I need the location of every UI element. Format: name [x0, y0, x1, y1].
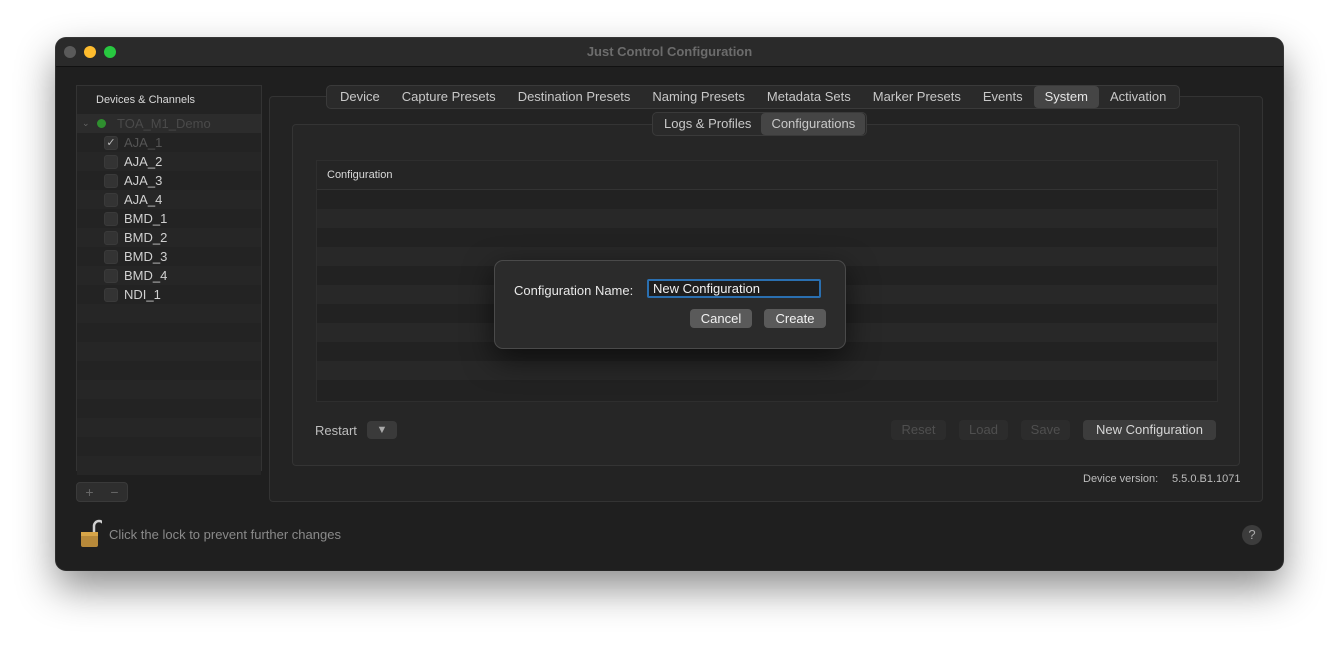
channel-checkbox[interactable]	[104, 269, 118, 283]
device-version-label: Device version:	[1083, 473, 1159, 485]
help-button[interactable]: ?	[1242, 525, 1262, 545]
sidebar-empty-row	[77, 323, 261, 342]
sidebar-channel-row[interactable]: BMD_3	[77, 247, 261, 266]
tab-naming-presets[interactable]: Naming Presets	[641, 86, 755, 108]
tab-marker-presets[interactable]: Marker Presets	[862, 86, 972, 108]
sidebar-channel-row[interactable]: ✓ AJA_1	[77, 133, 261, 152]
unlocked-lock-icon[interactable]	[80, 519, 106, 549]
channel-label: BMD_4	[124, 268, 168, 283]
channel-checkbox[interactable]	[104, 231, 118, 245]
add-device-button[interactable]: +	[77, 483, 102, 501]
sidebar-empty-row	[77, 456, 261, 475]
channel-label: AJA_2	[124, 154, 163, 169]
remove-device-button[interactable]: −	[102, 483, 127, 501]
configuration-name-label: Configuration Name:	[514, 283, 634, 298]
channel-checkbox[interactable]	[104, 212, 118, 226]
sidebar-header: Devices & Channels	[96, 94, 196, 106]
new-configuration-dialog: Configuration Name: Cancel Create	[494, 260, 846, 349]
sidebar-channel-row[interactable]: BMD_4	[77, 266, 261, 285]
channel-label: BMD_2	[124, 230, 168, 245]
device-version-value: 5.5.0.B1.1071	[1172, 473, 1241, 485]
tab-destination-presets[interactable]: Destination Presets	[507, 86, 642, 108]
tab-events[interactable]: Events	[972, 86, 1034, 108]
create-button[interactable]: Create	[764, 309, 826, 328]
channel-label: AJA_1	[124, 135, 163, 150]
restart-dropdown-button[interactable]: ▼	[367, 421, 397, 439]
subtab-configurations[interactable]: Configurations	[761, 113, 866, 135]
cancel-button[interactable]: Cancel	[690, 309, 752, 328]
sidebar-channel-row[interactable]: AJA_4	[77, 190, 261, 209]
sidebar-list: ⌄ TOA_M1_Demo ✓ AJA_1 AJA_2 AJA_3 AJA_4 BMD_1…	[77, 114, 261, 475]
table-row	[317, 209, 1217, 228]
channel-label: BMD_1	[124, 211, 168, 226]
channel-checkbox[interactable]	[104, 250, 118, 264]
status-dot-icon	[97, 119, 106, 128]
channel-checkbox[interactable]	[104, 155, 118, 169]
title-bar: Just Control Configuration	[56, 38, 1283, 67]
subtab-bar: Logs & Profiles Configurations	[652, 112, 868, 136]
channel-label: NDI_1	[124, 287, 161, 302]
sidebar-empty-row	[77, 399, 261, 418]
restart-label: Restart	[315, 423, 357, 438]
sidebar-empty-row	[77, 418, 261, 437]
load-button[interactable]: Load	[959, 420, 1008, 440]
reset-button[interactable]: Reset	[891, 420, 946, 440]
tab-device[interactable]: Device	[329, 86, 391, 108]
table-row	[317, 361, 1217, 380]
tab-capture-presets[interactable]: Capture Presets	[391, 86, 507, 108]
devices-sidebar: Devices & Channels ⌄ TOA_M1_Demo ✓ AJA_1 A…	[76, 85, 262, 475]
sidebar-channel-row[interactable]: BMD_1	[77, 209, 261, 228]
table-row	[317, 380, 1217, 399]
sidebar-channel-row[interactable]: AJA_2	[77, 152, 261, 171]
sidebar-empty-row	[77, 437, 261, 456]
channel-checkbox[interactable]	[104, 174, 118, 188]
chevron-down-icon[interactable]: ⌄	[82, 114, 90, 133]
configuration-name-input[interactable]	[647, 279, 821, 298]
sidebar-empty-row	[77, 304, 261, 323]
channel-checkbox[interactable]	[104, 193, 118, 207]
sidebar-channel-row[interactable]: BMD_2	[77, 228, 261, 247]
sidebar-empty-row	[77, 361, 261, 380]
table-header-configuration[interactable]: Configuration	[317, 161, 1217, 190]
sidebar-channel-row[interactable]: AJA_3	[77, 171, 261, 190]
tab-metadata-sets[interactable]: Metadata Sets	[756, 86, 862, 108]
save-button[interactable]: Save	[1021, 420, 1070, 440]
sidebar-group-label: TOA_M1_Demo	[117, 116, 211, 131]
sidebar-empty-row	[77, 380, 261, 399]
sidebar-empty-row	[77, 342, 261, 361]
window-title: Just Control Configuration	[586, 44, 753, 59]
table-row	[317, 190, 1217, 209]
sidebar-add-remove-control: + −	[76, 482, 128, 502]
channel-label: BMD_3	[124, 249, 168, 264]
channel-label: AJA_3	[124, 173, 163, 188]
tab-activation[interactable]: Activation	[1099, 86, 1177, 108]
sidebar-channel-row[interactable]: NDI_1	[77, 285, 261, 304]
tab-system[interactable]: System	[1033, 86, 1099, 108]
channel-checkbox[interactable]: ✓	[104, 136, 118, 150]
channel-checkbox[interactable]	[104, 288, 118, 302]
channel-label: AJA_4	[124, 192, 163, 207]
sidebar-group-row[interactable]: ⌄ TOA_M1_Demo	[77, 114, 261, 133]
tab-bar: Device Capture Presets Destination Presets…	[326, 85, 1181, 109]
lock-hint-text: Click the lock to prevent further change…	[109, 527, 341, 542]
table-row	[317, 228, 1217, 247]
app-window: Just Control Configuration Devices & Cha…	[56, 38, 1283, 570]
subtab-logs-profiles[interactable]: Logs & Profiles	[654, 113, 761, 135]
new-configuration-button[interactable]: New Configuration	[1083, 420, 1216, 440]
